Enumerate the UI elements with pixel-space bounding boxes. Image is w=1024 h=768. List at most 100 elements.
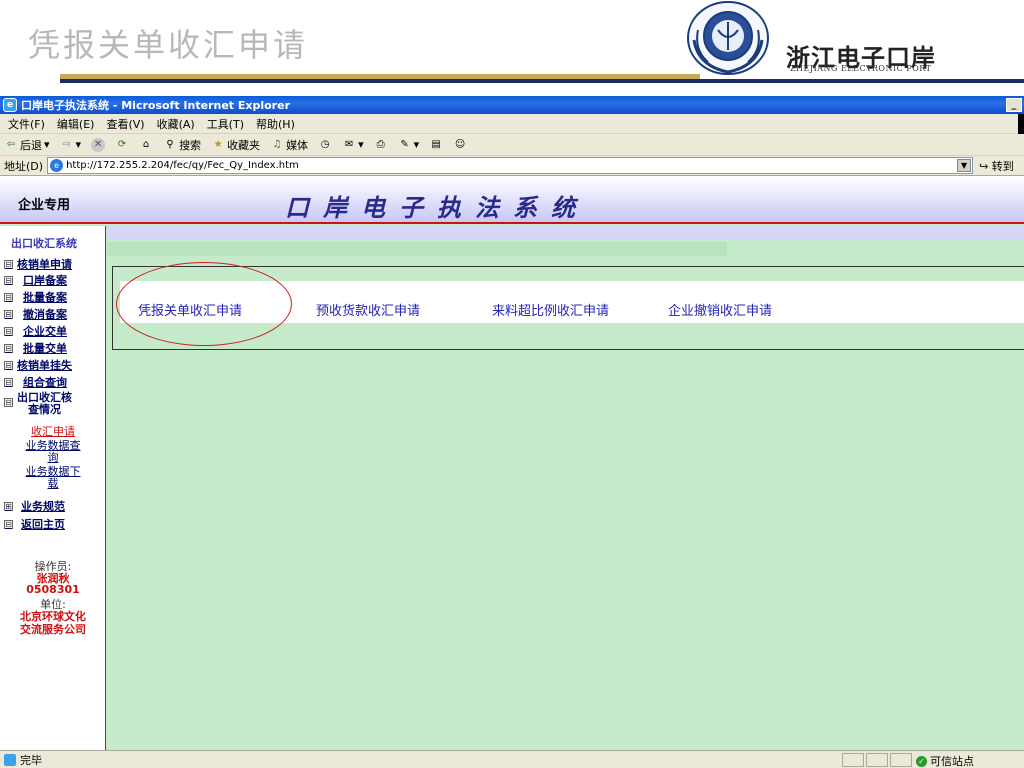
go-button[interactable]: ↪ 转到	[979, 158, 1014, 174]
sidebar-group-label: 出口收汇核 查情况	[17, 392, 72, 416]
history-button[interactable]: ◷	[318, 138, 332, 152]
unit-name-line2: 交流服务公司	[20, 623, 86, 636]
stop-button[interactable]: ✕	[91, 137, 106, 152]
ie-window: e 口岸电子执法系统 - Microsoft Internet Explorer…	[0, 96, 1024, 768]
search-button[interactable]: ⚲ 搜索	[163, 137, 201, 153]
menu-bar: 文件(F) 编辑(E) 查看(V) 收藏(A) 工具(T) 帮助(H)	[0, 114, 1024, 134]
sidebar-item-label: 批量交单	[23, 342, 67, 355]
check-icon: ✓	[916, 755, 927, 767]
sidebar-item-report-loss[interactable]: ⊟ 核销单挂失	[4, 357, 72, 373]
collapse-icon[interactable]: ⊟	[4, 398, 13, 407]
toolbar: ⇦ 后退 ▾ ⇨ ▾ ✕ ⟳ ⌂ ⚲ 搜索 ★ 收藏夹 ♫ 媒体 ◷ ✉ ▾ ⎙…	[0, 134, 1024, 156]
collapse-icon[interactable]: ⊟	[4, 275, 13, 285]
collapse-icon[interactable]: ⊟	[4, 360, 13, 370]
port-emblem-icon	[687, 1, 769, 75]
messenger-icon: ☺	[454, 138, 466, 150]
sidebar-item-submit-docs[interactable]: ⊟ 企业交单	[4, 323, 67, 339]
app-link-prepayment[interactable]: 预收货款收汇申请	[316, 300, 420, 319]
sidebar-item-batch-record[interactable]: ⊟ 批量备案	[4, 289, 67, 305]
sidebar-item-verification-apply[interactable]: ⊟ 核销单申请	[4, 256, 72, 272]
address-input[interactable]: e http://172.255.2.204/fec/qy/Fec_Qy_Ind…	[47, 157, 974, 174]
media-button[interactable]: ♫ 媒体	[270, 137, 308, 153]
app-link-processing-excess[interactable]: 来料超比例收汇申请	[492, 300, 609, 319]
menu-view[interactable]: 查看(V)	[106, 116, 144, 132]
search-icon: ⚲	[166, 138, 174, 150]
zone-indicator: ✓ 可信站点	[916, 753, 974, 768]
sidebar-item-label: 企业交单	[23, 325, 67, 338]
system-title: 口岸电子执法系统	[285, 193, 589, 222]
sidebar-item-batch-submit[interactable]: ⊟ 批量交单	[4, 340, 67, 356]
mail-button[interactable]: ✉ ▾	[342, 138, 364, 152]
collapse-icon[interactable]: ⊟	[4, 343, 13, 353]
favorites-label: 收藏夹	[227, 138, 261, 152]
favorites-button[interactable]: ★ 收藏夹	[211, 137, 260, 153]
sidebar-item-return-home[interactable]: ⊟ 返回主页	[4, 516, 65, 532]
page-icon: e	[50, 159, 64, 172]
slide: 凭报关单收汇申请 浙江电子口岸 ZHEJIANG ELECTRONIC PORT…	[0, 0, 1024, 768]
mail-icon: ✉	[344, 138, 354, 150]
sidebar-item-label: 核销单挂失	[17, 359, 72, 372]
print-icon: ⎙	[376, 138, 385, 150]
media-label: 媒体	[286, 138, 309, 152]
go-label: 转到	[991, 159, 1014, 173]
back-label: 后退	[20, 138, 42, 152]
title-underline-navy	[60, 79, 1024, 83]
status-cell	[866, 753, 888, 767]
back-dropdown-icon: ▾	[44, 138, 50, 151]
collapse-icon[interactable]: ⊟	[4, 326, 13, 336]
sidebar-item-label: 口岸备案	[23, 274, 67, 287]
page-content: 企业专用 口岸电子执法系统 出口收汇系统 ⊟ 核销单申请 ⊟ 口岸备案 ⊟ 批量备案 …	[0, 176, 1024, 750]
forward-dropdown-icon: ▾	[75, 138, 82, 151]
sidebar-group-label-line2: 查情况	[28, 403, 61, 416]
menu-tools[interactable]: 工具(T)	[207, 116, 244, 132]
edit-button[interactable]: ✎ ▾	[398, 138, 419, 152]
collapse-icon[interactable]: ⊟	[4, 519, 13, 529]
collapse-icon[interactable]: ⊟	[4, 292, 13, 302]
collapse-icon[interactable]: ⊟	[4, 309, 13, 319]
app-link-cancel-collection[interactable]: 企业撤销收汇申请	[668, 300, 772, 319]
sidebar-item-label: 撤消备案	[23, 308, 67, 321]
messenger-button[interactable]: ☺	[453, 138, 467, 152]
top-band	[107, 226, 1024, 240]
sidebar-item-combined-query[interactable]: ⊟ 组合查询	[4, 374, 67, 390]
refresh-button[interactable]: ⟳	[115, 138, 129, 152]
menu-edit[interactable]: 编辑(E)	[57, 116, 95, 132]
corp-label: 企业专用	[18, 198, 71, 213]
back-button[interactable]: ⇦ 后退 ▾	[4, 137, 50, 153]
discuss-button[interactable]: ▤	[429, 138, 443, 152]
minimize-button[interactable]: _	[1006, 98, 1022, 112]
history-icon: ◷	[320, 138, 330, 150]
refresh-icon: ⟳	[117, 138, 127, 150]
highlight-circle	[116, 262, 292, 346]
sidebar-item-cancel-record[interactable]: ⊟ 撤消备案	[4, 306, 67, 322]
menu-help[interactable]: 帮助(H)	[256, 116, 295, 132]
window-title: 口岸电子执法系统 - Microsoft Internet Explorer	[21, 99, 290, 112]
green-band	[107, 242, 727, 256]
window-titlebar[interactable]: e 口岸电子执法系统 - Microsoft Internet Explorer…	[0, 96, 1024, 114]
collapse-icon[interactable]: ⊟	[4, 377, 13, 387]
home-button[interactable]: ⌂	[139, 138, 153, 152]
go-arrow-icon: ↪	[979, 159, 989, 173]
sidebar-item-label: 返回主页	[21, 518, 65, 531]
sidebar-item-business-rules[interactable]: ⊞ 业务规范	[4, 498, 65, 514]
expand-icon[interactable]: ⊞	[4, 501, 13, 511]
print-button[interactable]: ⎙	[374, 138, 388, 152]
sidebar-item-port-record[interactable]: ⊟ 口岸备案	[4, 272, 67, 288]
sidebar-subitem-data-query[interactable]: 业务数据查询	[0, 440, 106, 464]
forward-button[interactable]: ⇨ ▾	[60, 138, 82, 152]
collapse-icon[interactable]: ⊟	[4, 259, 13, 269]
address-dropdown-icon[interactable]: ▼	[957, 159, 972, 172]
discuss-icon: ▤	[431, 138, 441, 150]
home-icon: ⌂	[142, 138, 150, 150]
stop-icon: ✕	[91, 137, 106, 152]
status-cell	[842, 753, 864, 767]
sidebar-item-label: 业务规范	[21, 500, 65, 513]
sidebar-group-collection-check[interactable]: ⊟ 出口收汇核 查情况	[4, 392, 72, 416]
sidebar-subitem-collection-apply[interactable]: 收汇申请	[0, 426, 106, 438]
edit-icon: ✎	[400, 138, 409, 150]
status-cell	[890, 753, 912, 767]
sidebar-item-label: 批量备案	[23, 291, 67, 304]
menu-favorites[interactable]: 收藏(A)	[157, 116, 195, 132]
menu-file[interactable]: 文件(F)	[8, 116, 45, 132]
sidebar-subitem-data-download[interactable]: 业务数据下载	[0, 466, 106, 490]
